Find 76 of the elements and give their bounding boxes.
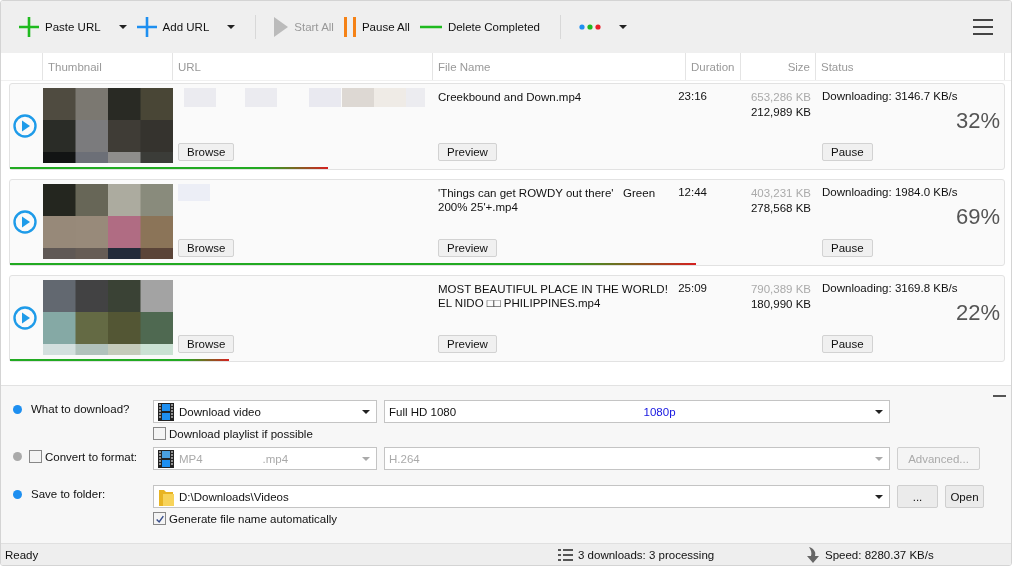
browse-folder-button[interactable]: ... bbox=[897, 485, 938, 508]
total-size: 790,389 KB bbox=[749, 282, 811, 297]
pause-button[interactable]: Pause bbox=[822, 335, 873, 353]
caret-icon bbox=[875, 409, 883, 414]
list-icon bbox=[558, 548, 573, 561]
browse-button[interactable]: Browse bbox=[178, 335, 235, 353]
plus-icon bbox=[136, 17, 157, 37]
percent-text: 22% bbox=[955, 302, 1000, 324]
status-dot bbox=[13, 452, 22, 461]
percent-text: 69% bbox=[955, 206, 1000, 228]
paste-url-button[interactable]: Paste URL bbox=[19, 12, 133, 42]
status-text: Downloading: 1984.0 KB/s bbox=[822, 186, 959, 198]
preview-button[interactable]: Preview bbox=[438, 335, 497, 353]
downloaded-size: 180,990 KB bbox=[749, 297, 811, 312]
total-size: 653,286 KB bbox=[749, 90, 811, 105]
file-name: MOST BEAUTIFUL PLACE IN THE WORLD! EL NIDO □□ PHILIPPINES.mp4 bbox=[438, 282, 669, 310]
status-text: Downloading: 3169.8 KB/s bbox=[822, 282, 959, 294]
play-icon bbox=[274, 17, 289, 37]
file-name: 'Things can get ROWDY out there' Green 200% 25'+.mp4 bbox=[438, 186, 657, 214]
file-name: Creekbound and Down.mp4 bbox=[438, 90, 583, 104]
status-dot bbox=[13, 489, 22, 499]
pause-all-button[interactable]: Pause All bbox=[343, 12, 416, 42]
add-url-button[interactable]: Add URL bbox=[136, 12, 242, 42]
duration-text: 25:09 bbox=[678, 282, 707, 294]
line-icon bbox=[419, 25, 442, 29]
preview-button[interactable]: Preview bbox=[438, 239, 497, 257]
total-size: 403,231 KB bbox=[749, 186, 811, 201]
plus-icon bbox=[19, 17, 39, 37]
setting-label: Convert to format: bbox=[45, 450, 138, 463]
preview-button[interactable]: Preview bbox=[438, 143, 497, 161]
caret-icon bbox=[618, 25, 627, 29]
downloaded-size: 278,568 KB bbox=[749, 201, 811, 216]
menu-icon bbox=[973, 18, 993, 36]
setting-label: What to download? bbox=[31, 403, 130, 415]
checkbox[interactable] bbox=[29, 450, 42, 463]
pause-icon bbox=[343, 17, 356, 37]
download-arrow-icon bbox=[807, 546, 819, 563]
caret-icon bbox=[875, 494, 883, 499]
downloaded-size: 212,989 KB bbox=[749, 105, 811, 120]
setting-label: Save to folder: bbox=[31, 488, 106, 500]
download-row[interactable]: Browse MOST BEAUTIFUL PLACE IN THE WORLD! EL NIDO □□ PHILIPPINES.mp4 Preview 25:09 790,389 KB 180,990 KB Downloading: 3169.8 KB/s 22% Pause bbox=[9, 275, 1005, 362]
download-row[interactable]: Browse Creekbound and Down.mp4 Preview 23:16 653,286 KB 212,989 KB Downloading: 3146.7 KB/s 32% Pause bbox=[9, 83, 1005, 170]
caret-icon bbox=[875, 456, 883, 461]
checkbox[interactable] bbox=[153, 427, 166, 440]
dots-icon bbox=[578, 24, 601, 30]
download-type-dropdown[interactable]: Download video bbox=[153, 400, 377, 423]
caret-icon bbox=[118, 25, 127, 29]
status-text: Ready bbox=[5, 548, 40, 561]
caret-icon bbox=[362, 409, 370, 414]
pause-button[interactable]: Pause bbox=[822, 239, 873, 257]
folder-dropdown[interactable]: D:\Downloads\Videos bbox=[153, 485, 890, 508]
play-icon bbox=[13, 113, 37, 138]
play-icon bbox=[13, 305, 37, 330]
play-icon bbox=[13, 209, 37, 234]
browse-button[interactable]: Browse bbox=[178, 143, 235, 161]
duration-text: 23:16 bbox=[678, 90, 707, 102]
film-icon bbox=[158, 449, 174, 468]
checkbox-label: Download playlist if possible bbox=[169, 427, 313, 440]
speed-text: Speed: 8280.37 KB/s bbox=[825, 548, 934, 561]
status-dot bbox=[13, 404, 22, 414]
caret-icon bbox=[227, 25, 236, 29]
status-text: Downloading: 3146.7 KB/s bbox=[822, 90, 959, 102]
downloads-count: 3 downloads: 3 processing bbox=[578, 548, 715, 561]
quality-dropdown[interactable]: Full HD 1080 1080p bbox=[384, 400, 890, 423]
percent-text: 32% bbox=[955, 110, 1000, 132]
open-button[interactable]: Open bbox=[945, 485, 984, 508]
delete-completed-button[interactable]: Delete Completed bbox=[419, 12, 546, 42]
download-row[interactable]: Browse 'Things can get ROWDY out there' Green 200% 25'+.mp4 Preview 12:44 403,231 KB 278,568 KB Downloading: 1984.0 KB/s 69% Pause bbox=[9, 179, 1005, 266]
checkmark-icon bbox=[154, 513, 165, 524]
duration-text: 12:44 bbox=[678, 186, 707, 198]
caret-icon bbox=[362, 456, 370, 461]
film-icon bbox=[158, 402, 174, 421]
checkbox-label: Generate file name automatically bbox=[169, 512, 338, 525]
pause-button[interactable]: Pause bbox=[822, 143, 873, 161]
checkbox[interactable] bbox=[153, 512, 166, 525]
browse-button[interactable]: Browse bbox=[178, 239, 235, 257]
